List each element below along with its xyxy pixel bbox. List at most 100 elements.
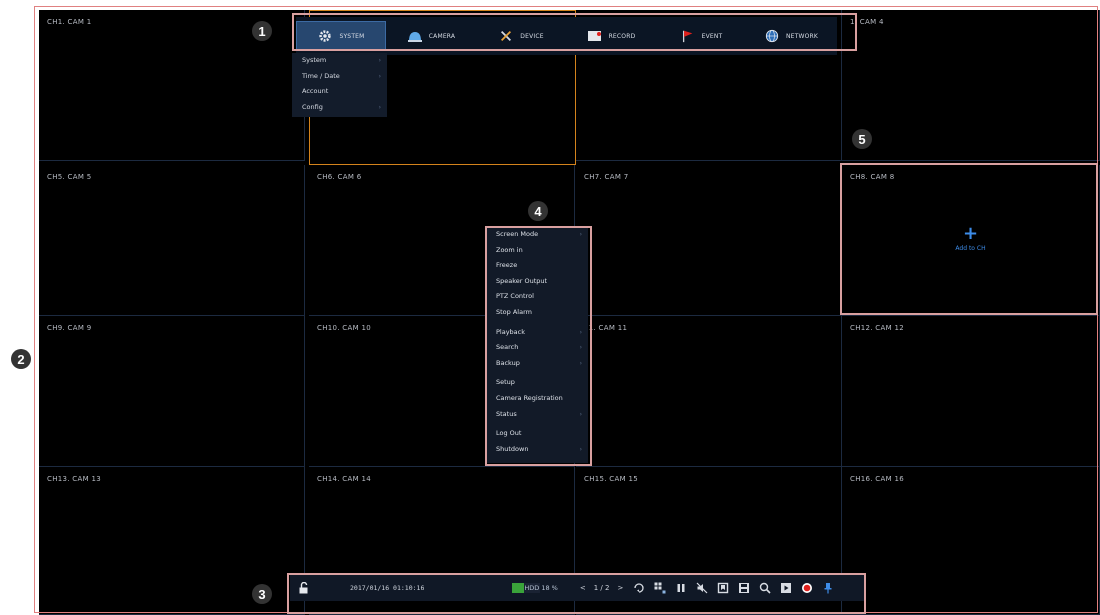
ctx-shutdown[interactable]: Shutdown › <box>487 442 588 458</box>
search-icon <box>760 582 771 594</box>
menu-system[interactable]: SYSTEM <box>296 21 386 51</box>
menu-network[interactable]: NETWORK <box>746 21 836 51</box>
bookmark-icon <box>718 582 729 594</box>
ctx-stop-alarm[interactable]: Stop Alarm <box>487 305 588 321</box>
ctx-item-label: Shutdown <box>496 444 529 453</box>
page-indicator: 1 / 2 <box>593 584 610 592</box>
save-button[interactable] <box>738 582 750 594</box>
add-to-channel-label: Add to CH <box>955 245 986 252</box>
callout-badge-3: 3 <box>252 584 272 604</box>
camera-label: CH1. CAM 1 <box>47 18 92 26</box>
search-button[interactable] <box>759 582 771 594</box>
hdd-status[interactable]: HDD 18 % <box>512 583 558 593</box>
record-button[interactable] <box>801 582 813 594</box>
ctx-item-label: Search <box>496 343 519 352</box>
ctx-speaker-output[interactable]: Speaker Output <box>487 274 588 290</box>
mute-button[interactable] <box>696 582 708 594</box>
menu-device-label: DEVICE <box>520 32 544 40</box>
chevron-right-icon: › <box>579 410 582 418</box>
ctx-item-label: Status <box>496 409 517 418</box>
menu-event-label: EVENT <box>701 32 723 40</box>
camera-label: CH10. CAM 10 <box>317 324 371 332</box>
camera-tile-ch9[interactable]: CH9. CAM 9 <box>39 316 305 467</box>
record-icon <box>587 31 601 41</box>
callout-badge-2: 2 <box>11 349 31 369</box>
context-menu: Screen Mode › Zoom in Freeze Speaker Outp… <box>487 227 588 463</box>
pause-icon <box>677 584 685 592</box>
system-menu-item-time-date[interactable]: Time / Date › <box>292 69 387 85</box>
callout-badge-4: 4 <box>528 201 548 221</box>
menu-record[interactable]: RECORD <box>566 21 656 51</box>
camera-label: 11. CAM 11 <box>584 324 628 332</box>
pin-icon <box>824 583 832 594</box>
menu-camera[interactable]: CAMERA <box>386 21 476 51</box>
camera-label: CH16. CAM 16 <box>850 475 904 483</box>
camera-tile-ch8[interactable]: CH8. CAM 8 + Add to CH <box>842 165 1100 316</box>
ctx-ptz-control[interactable]: PTZ Control <box>487 289 588 305</box>
main-menu-bar: SYSTEM CAMERA DEVICE RECORD EVENT NETWOR… <box>296 17 837 55</box>
system-menu-item-config[interactable]: Config › <box>292 100 387 116</box>
unlock-icon[interactable] <box>298 582 310 594</box>
hdd-usage-label: HDD 18 % <box>524 584 558 592</box>
chevron-right-icon: › <box>579 359 582 367</box>
ctx-search[interactable]: Search › <box>487 340 588 356</box>
system-menu-item-account[interactable]: Account <box>292 84 387 100</box>
ctx-item-label: PTZ Control <box>496 292 534 301</box>
chevron-right-icon: › <box>378 57 381 64</box>
ctx-setup[interactable]: Setup <box>487 375 588 391</box>
camera-tile-ch7[interactable]: CH7. CAM 7 <box>576 165 842 316</box>
system-menu-item-label: Config <box>302 102 323 111</box>
camera-label: CH8. CAM 8 <box>850 173 895 181</box>
screen-mode-button[interactable] <box>654 582 666 594</box>
pin-toolbar-button[interactable] <box>822 582 834 594</box>
gear-icon <box>319 30 332 42</box>
menu-network-label: NETWORK <box>785 32 819 40</box>
playback-icon <box>781 583 792 593</box>
ctx-camera-registration[interactable]: Camera Registration <box>487 391 588 407</box>
save-icon <box>739 583 750 593</box>
add-to-channel-button[interactable]: + Add to CH <box>955 223 986 253</box>
camera-tile-ch4[interactable]: 1. CAM 4 <box>842 10 1100 161</box>
page-navigator: < 1 / 2 > <box>580 584 623 592</box>
ctx-item-label: Backup <box>496 358 520 367</box>
ctx-freeze[interactable]: Freeze <box>487 258 588 274</box>
ctx-item-label: Camera Registration <box>496 393 563 402</box>
ctx-status[interactable]: Status › <box>487 407 588 423</box>
launcher-toolbar: 2017/01/16 01:10:16 HDD 18 % < 1 / 2 > <box>290 575 864 601</box>
freeze-button[interactable] <box>675 582 687 594</box>
previous-page-button[interactable]: < <box>580 584 586 592</box>
system-menu-item-system[interactable]: System › <box>292 53 387 69</box>
menu-device[interactable]: DEVICE <box>476 21 566 51</box>
camera-label: 1. CAM 4 <box>850 18 884 26</box>
datetime-display: 2017/01/16 01:10:16 <box>350 584 425 592</box>
menu-event[interactable]: EVENT <box>656 21 746 51</box>
ctx-backup[interactable]: Backup › <box>487 356 588 372</box>
camera-tile-ch12[interactable]: CH12. CAM 12 <box>842 316 1100 467</box>
ctx-item-label: Zoom in <box>496 245 523 254</box>
ctx-playback[interactable]: Playback › <box>487 325 588 341</box>
record-dot-icon <box>802 583 813 593</box>
ctx-log-out[interactable]: Log Out <box>487 426 588 442</box>
camera-label: CH9. CAM 9 <box>47 324 92 332</box>
ctx-screen-mode[interactable]: Screen Mode › <box>487 227 588 243</box>
hdd-usage-fill <box>512 583 525 593</box>
chevron-right-icon: › <box>579 328 582 336</box>
camera-label: CH6. CAM 6 <box>317 173 362 181</box>
playback-button[interactable] <box>780 582 792 594</box>
plus-icon: + <box>962 223 979 244</box>
sequence-button[interactable] <box>633 582 645 594</box>
chevron-right-icon: › <box>579 231 582 238</box>
camera-tile-ch5[interactable]: CH5. CAM 5 <box>39 165 305 316</box>
next-page-button[interactable]: > <box>617 584 623 592</box>
system-menu-item-label: Account <box>302 87 329 95</box>
globe-icon <box>765 29 779 43</box>
screen-split-icon <box>654 582 666 594</box>
camera-tile-ch11[interactable]: 11. CAM 11 <box>576 316 842 467</box>
ctx-zoom-in[interactable]: Zoom in <box>487 243 588 259</box>
camera-label: CH7. CAM 7 <box>584 173 629 181</box>
camera-tile-ch16[interactable]: CH16. CAM 16 <box>842 467 1100 615</box>
bookmark-button[interactable] <box>717 582 729 594</box>
ctx-item-label: Speaker Output <box>496 276 548 285</box>
chevron-right-icon: › <box>378 103 381 111</box>
sequence-icon <box>634 583 644 593</box>
